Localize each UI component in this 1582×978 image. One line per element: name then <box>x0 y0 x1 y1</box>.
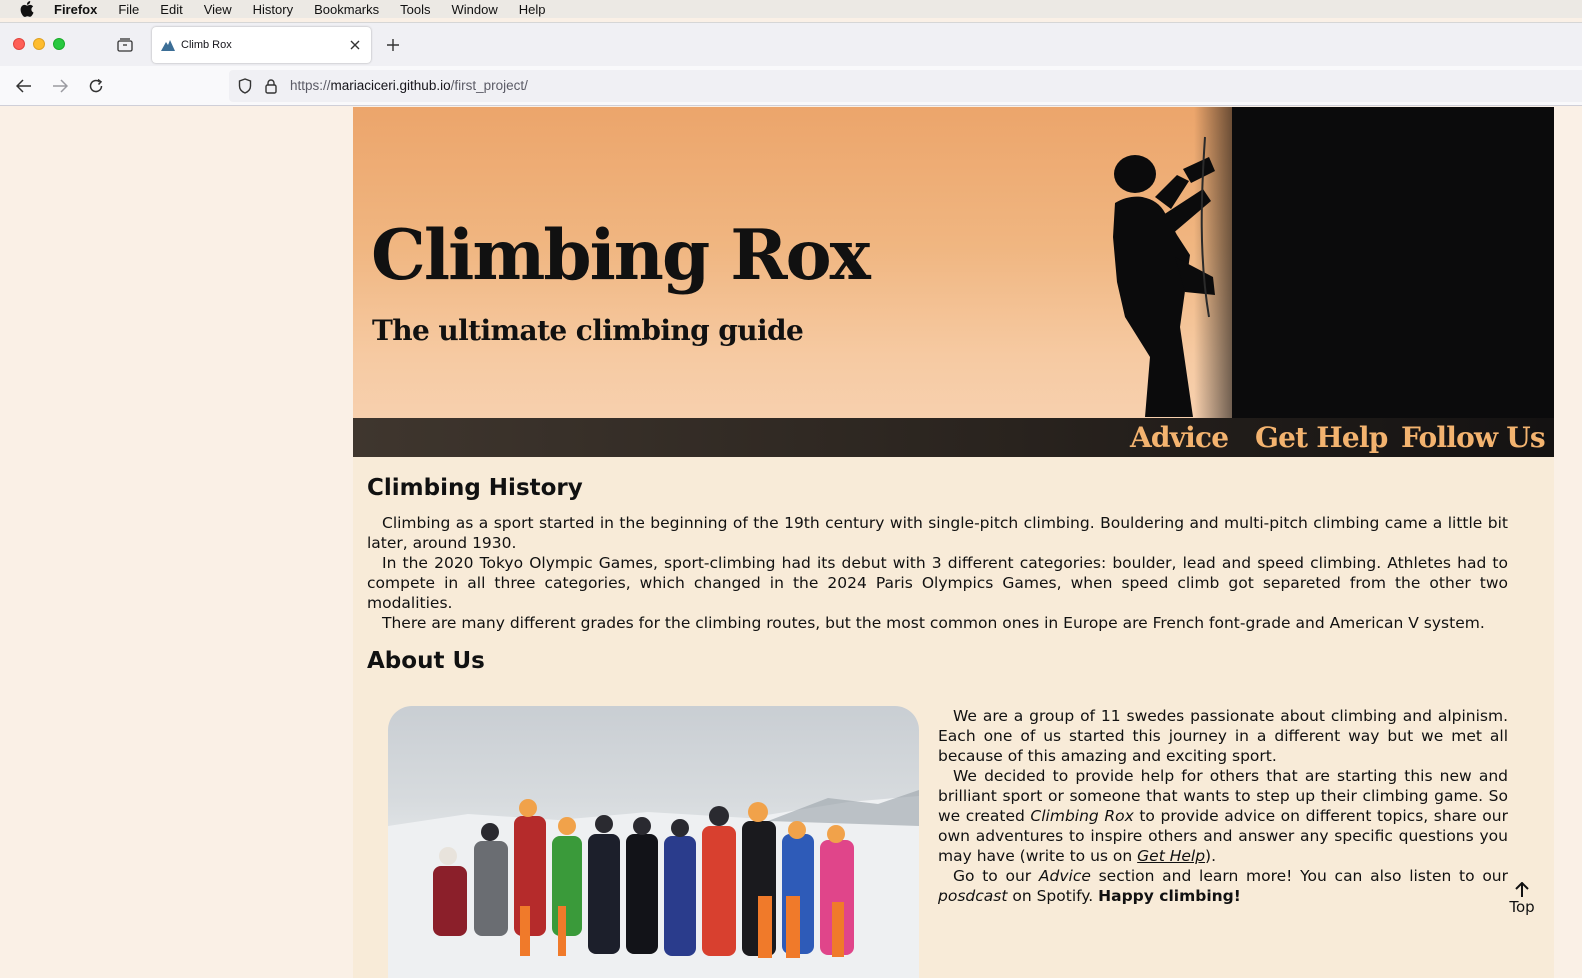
url-scheme: https:// <box>290 78 331 93</box>
window-zoom-button[interactable] <box>53 38 65 50</box>
nav-link-advice[interactable]: Advice <box>1130 421 1229 454</box>
arrow-up-icon <box>1515 882 1529 897</box>
menu-app-firefox[interactable]: Firefox <box>54 2 97 17</box>
get-help-link[interactable]: Get Help <box>1137 847 1205 865</box>
forward-arrow-icon[interactable] <box>50 76 70 96</box>
mountain-favicon-icon <box>161 38 175 52</box>
rock-wall-image <box>1232 107 1554 418</box>
close-icon[interactable] <box>345 35 365 55</box>
history-heading: Climbing History <box>367 475 583 501</box>
tab-title: Climb Rox <box>181 39 232 51</box>
menu-history[interactable]: History <box>253 2 293 17</box>
url-text[interactable]: https://mariaciceri.github.io/first_proj… <box>290 78 528 93</box>
web-viewport: Climbing Rox The ultimate climbing guide… <box>0 107 1582 978</box>
apple-icon[interactable] <box>18 0 36 18</box>
about-p3-emphasis-advice: Advice <box>1038 867 1091 885</box>
about-p3-text-b: section and learn more! You can also lis… <box>1090 867 1508 885</box>
hero-banner: Climbing Rox The ultimate climbing guide <box>353 107 1554 418</box>
back-to-top-button[interactable]: Top <box>1502 882 1542 926</box>
menu-window[interactable]: Window <box>452 2 498 17</box>
plus-icon[interactable] <box>383 35 403 55</box>
about-paragraph-3: Go to our Advice section and learn more!… <box>938 866 1508 906</box>
url-bar[interactable]: https://mariaciceri.github.io/first_proj… <box>229 70 1582 102</box>
lock-icon[interactable] <box>263 78 279 94</box>
menu-edit[interactable]: Edit <box>160 2 182 17</box>
history-paragraph: In the 2020 Tokyo Olympic Games, sport-c… <box>367 554 1508 612</box>
window-close-button[interactable] <box>13 38 25 50</box>
nav-link-follow-us[interactable]: Follow Us <box>1401 421 1546 454</box>
shield-icon[interactable] <box>237 78 253 94</box>
tab-active[interactable]: Climb Rox <box>152 27 371 63</box>
reload-icon[interactable] <box>86 76 106 96</box>
about-paragraph-1: We are a group of 11 swedes passionate a… <box>938 707 1508 765</box>
about-p3-emphasis-podcast: posdcast <box>938 887 1008 905</box>
site-title: Climbing Rox <box>371 215 871 296</box>
nav-link-get-help[interactable]: Get Help <box>1255 421 1388 454</box>
about-text: We are a group of 11 swedes passionate a… <box>938 706 1508 906</box>
menu-tools[interactable]: Tools <box>400 2 430 17</box>
about-p2-emphasis: Climbing Rox <box>1030 807 1134 825</box>
about-heading: About Us <box>367 648 485 674</box>
menu-view[interactable]: View <box>204 2 232 17</box>
url-path: /first_project/ <box>450 78 528 93</box>
menu-help[interactable]: Help <box>519 2 546 17</box>
macos-menubar: Firefox File Edit View History Bookmarks… <box>0 0 1582 18</box>
site-nav: Advice Get Help Follow Us <box>353 418 1554 457</box>
navigation-bar: https://mariaciceri.github.io/first_proj… <box>0 66 1582 106</box>
tab-list-icon[interactable] <box>116 36 134 54</box>
menu-bookmarks[interactable]: Bookmarks <box>314 2 379 17</box>
site-subtitle: The ultimate climbing guide <box>372 314 804 347</box>
climber-silhouette-image <box>1113 136 1215 417</box>
window-minimize-button[interactable] <box>33 38 45 50</box>
group-photo <box>388 706 919 978</box>
menu-file[interactable]: File <box>118 2 139 17</box>
history-text: Climbing as a sport started in the begin… <box>367 513 1508 633</box>
history-paragraph: Climbing as a sport started in the begin… <box>367 514 1508 552</box>
history-paragraph: There are many different grades for the … <box>382 614 1485 632</box>
back-to-top-label: Top <box>1509 898 1535 916</box>
about-p3-text-a: Go to our <box>953 867 1039 885</box>
about-p3-text-c: on Spotify. <box>1007 887 1099 905</box>
about-paragraph-2: We decided to provide help for others th… <box>938 766 1508 866</box>
tab-strip: Climb Rox <box>0 22 1582 66</box>
happy-climbing-text: Happy climbing! <box>1098 887 1241 905</box>
about-p2-text-c: ). <box>1205 847 1217 865</box>
page-container: Climbing Rox The ultimate climbing guide… <box>353 107 1554 978</box>
back-arrow-icon[interactable] <box>14 76 34 96</box>
url-host: mariaciceri.github.io <box>330 78 451 93</box>
